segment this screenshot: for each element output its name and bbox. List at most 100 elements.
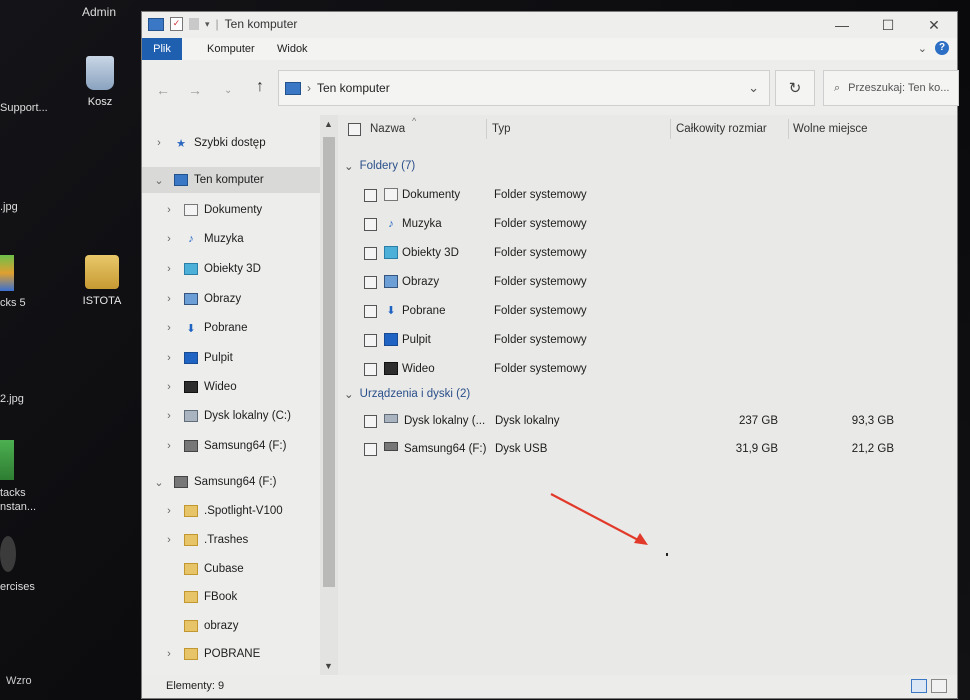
sidebar-item[interactable]: › Samsung64 (F:) <box>142 433 338 459</box>
help-icon[interactable]: ? <box>935 41 949 55</box>
expand-icon[interactable]: › <box>162 505 176 517</box>
minimize-button[interactable]: — <box>819 12 865 38</box>
list-item[interactable]: Wideo Folder systemowy <box>338 355 957 383</box>
column-name[interactable]: Nazwa <box>370 123 405 135</box>
cube-icon <box>384 246 398 259</box>
sidebar-item-label: Wideo <box>204 381 237 393</box>
sidebar-item[interactable]: › ♪ Muzyka <box>142 226 338 252</box>
row-checkbox[interactable] <box>364 247 377 260</box>
folder-icon <box>184 563 198 575</box>
row-checkbox[interactable] <box>364 415 377 428</box>
free-space-cell: 93,3 GB <box>851 415 894 427</box>
expand-icon[interactable]: › <box>162 293 176 305</box>
scrollbar-thumb[interactable] <box>323 137 335 587</box>
sidebar-item[interactable]: › .Spotlight-V100 <box>142 498 338 524</box>
expand-ribbon-icon[interactable]: ⌄ <box>918 42 927 55</box>
column-total-size[interactable]: Całkowity rozmiar <box>676 123 767 135</box>
row-checkbox[interactable] <box>364 443 377 456</box>
expand-icon[interactable]: › <box>162 204 176 216</box>
list-item[interactable]: Dokumenty Folder systemowy <box>338 181 957 209</box>
collapse-icon[interactable]: ⌄ <box>344 159 354 173</box>
sidebar-item[interactable]: › POBRANE <box>142 641 338 667</box>
collapse-icon[interactable]: ⌄ <box>344 387 354 401</box>
sidebar-item[interactable]: › ⬇ Pobrane <box>142 315 338 341</box>
select-all-checkbox[interactable] <box>348 123 361 136</box>
details-view-icon[interactable] <box>911 679 927 693</box>
customize-toolbar-icon[interactable]: ▾ <box>205 19 210 30</box>
scroll-down-icon[interactable]: ▼ <box>324 661 333 671</box>
column-free-space[interactable]: Wolne miejsce <box>793 123 868 135</box>
sidebar-item[interactable]: obrazy <box>142 613 338 639</box>
list-item[interactable]: Obrazy Folder systemowy <box>338 268 957 296</box>
desktop-icon-recycle-bin[interactable]: Kosz <box>60 56 140 108</box>
maximize-button[interactable]: ☐ <box>865 12 911 38</box>
row-checkbox[interactable] <box>364 305 377 318</box>
sidebar-item-label: POBRANE <box>204 648 261 660</box>
search-input[interactable]: ⌕ Przeszukaj: Ten ko... <box>823 70 959 106</box>
group-header-devices[interactable]: ⌄ Urządzenia i dyski (2) <box>344 387 470 401</box>
expand-icon[interactable]: › <box>162 440 176 452</box>
folder-icon <box>85 255 119 289</box>
sidebar-item[interactable]: › Pulpit <box>142 345 338 371</box>
address-bar[interactable]: › Ten komputer ⌄ <box>278 70 770 106</box>
properties-icon[interactable]: ✓ <box>170 17 183 31</box>
recent-locations-button[interactable]: ⌄ <box>224 85 232 96</box>
free-space-cell: 21,2 GB <box>851 443 894 455</box>
desktop-icon-istota[interactable]: ISTOTA <box>62 255 142 307</box>
sidebar-item[interactable]: › .Trashes <box>142 527 338 553</box>
sidebar-item[interactable]: › ★ Szybki dostęp <box>142 130 330 156</box>
row-checkbox[interactable] <box>364 276 377 289</box>
address-dropdown-icon[interactable]: ⌄ <box>748 80 759 96</box>
sidebar-item[interactable]: ⌄ Ten komputer <box>142 167 330 193</box>
forward-button[interactable]: → <box>188 82 202 98</box>
expand-icon[interactable]: › <box>162 263 176 275</box>
sidebar-item[interactable]: FBook <box>142 584 338 610</box>
list-item[interactable]: Samsung64 (F:) Dysk USB 31,9 GB 21,2 GB <box>338 435 957 463</box>
large-icons-view-icon[interactable] <box>931 679 947 693</box>
collapse-icon[interactable]: ⌄ <box>152 174 166 187</box>
row-checkbox[interactable] <box>364 189 377 202</box>
close-button[interactable]: ✕ <box>911 12 957 38</box>
sort-indicator-icon: ^ <box>412 116 417 126</box>
new-folder-icon[interactable] <box>189 18 199 30</box>
sidebar-item[interactable]: › Obrazy <box>142 286 338 312</box>
sidebar-item[interactable]: › Dokumenty <box>142 197 338 223</box>
back-button[interactable]: ← <box>156 82 170 98</box>
expand-icon[interactable]: › <box>162 648 176 660</box>
scroll-up-icon[interactable]: ▲ <box>324 119 333 129</box>
row-checkbox[interactable] <box>364 363 377 376</box>
tab-komputer[interactable]: Komputer <box>196 38 266 60</box>
expand-icon[interactable]: › <box>162 381 176 393</box>
navigation-scrollbar[interactable]: ▲ ▼ <box>320 115 338 675</box>
music-icon: ♪ <box>388 217 394 230</box>
expand-icon[interactable]: › <box>162 534 176 546</box>
column-type[interactable]: Typ <box>492 123 511 135</box>
tab-widok[interactable]: Widok <box>266 38 319 60</box>
sidebar-item[interactable]: › Wideo <box>142 374 338 400</box>
breadcrumb-ten-komputer[interactable]: Ten komputer <box>317 81 390 95</box>
refresh-button[interactable]: ↻ <box>775 70 815 106</box>
sidebar-item-label: FBook <box>204 591 238 603</box>
expand-icon[interactable]: › <box>162 322 176 334</box>
sidebar-item[interactable]: Cubase <box>142 556 338 582</box>
tab-plik[interactable]: Plik <box>142 38 182 60</box>
expand-icon[interactable]: › <box>162 352 176 364</box>
sidebar-item-label: Muzyka <box>204 233 244 245</box>
list-item[interactable]: Obiekty 3D Folder systemowy <box>338 239 957 267</box>
list-item[interactable]: Muzyka Folder systemowy ♪ <box>338 210 957 238</box>
list-item[interactable]: Pulpit Folder systemowy <box>338 326 957 354</box>
expand-icon[interactable]: › <box>162 410 176 422</box>
sidebar-item[interactable]: ⌄ Samsung64 (F:) <box>142 469 330 495</box>
expand-icon[interactable]: › <box>162 233 176 245</box>
sidebar-item-label: Samsung64 (F:) <box>204 440 287 452</box>
list-item[interactable]: Dysk lokalny (... Dysk lokalny 237 GB 93,3 … <box>338 407 957 435</box>
sidebar-item[interactable]: › Obiekty 3D <box>142 256 338 282</box>
up-button[interactable]: ↑ <box>256 78 264 96</box>
collapse-icon[interactable]: ⌄ <box>152 476 166 489</box>
expand-icon[interactable]: › <box>152 137 166 149</box>
sidebar-item[interactable]: › Dysk lokalny (C:) <box>142 403 338 429</box>
list-item[interactable]: Pobrane Folder systemowy ⬇ <box>338 297 957 325</box>
row-checkbox[interactable] <box>364 218 377 231</box>
group-header-folders[interactable]: ⌄ Foldery (7) <box>344 159 415 173</box>
row-checkbox[interactable] <box>364 334 377 347</box>
